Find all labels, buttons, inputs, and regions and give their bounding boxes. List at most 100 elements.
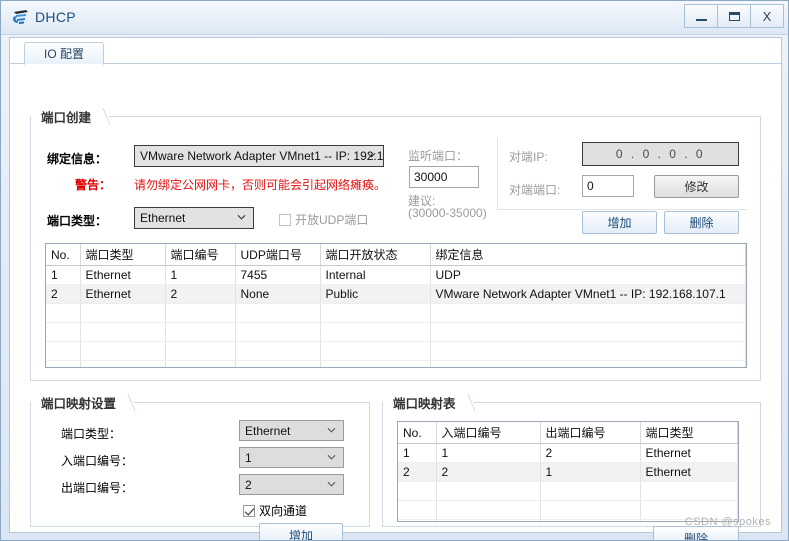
tab-strip: IO 配置 (10, 38, 781, 65)
map-col-in: 入端口编号 (436, 422, 541, 444)
warning-text: 请勿绑定公网网卡，否则可能会引起网络瘫痪。 (134, 178, 387, 192)
title-bar: DHCP X (1, 1, 788, 35)
port-type-value: Ethernet (140, 211, 186, 225)
port-map-settings-title: 端口映射设置 (31, 393, 135, 412)
add-port-button[interactable]: 增加 (582, 211, 657, 234)
port-type-label: 端口类型： (47, 214, 108, 228)
checkbox-box (279, 213, 291, 226)
bidirectional-channel-checkbox[interactable]: 双向通道 (243, 502, 307, 519)
table-row-empty[interactable]: . (46, 303, 746, 323)
modify-button[interactable]: 修改 (654, 175, 739, 198)
minimize-button[interactable] (684, 4, 718, 28)
client-area: IO 配置 端口创建 绑定信息： VMware Network Adapter … (9, 37, 782, 540)
warning-label: 警告： (75, 178, 112, 192)
port-create-group-title: 端口创建 (31, 107, 110, 126)
port-col-udp: UDP端口号 (235, 244, 321, 266)
dhcp-app-icon (11, 8, 31, 28)
map-port-type-combobox[interactable]: Ethernet (239, 420, 344, 441)
window-controls: X (684, 4, 784, 28)
port-col-binding: 绑定信息 (430, 244, 746, 266)
map-in-port-combobox[interactable]: 1 (239, 447, 344, 468)
delete-port-button[interactable]: 删除 (664, 211, 739, 234)
map-in-port-value: 1 (245, 450, 252, 465)
binding-info-label: 绑定信息： (47, 152, 108, 166)
cell-out: 1 (540, 462, 641, 482)
cell-no: 2 (398, 462, 437, 482)
table-row[interactable]: 2 2 1 Ethernet (398, 462, 738, 482)
table-row[interactable]: 1 1 2 Ethernet (398, 443, 738, 463)
peer-ip-label: 对端IP: (509, 150, 548, 164)
map-table-grid: No. 入端口编号 出端口编号 端口类型 1 1 2 Ethernet 2 2 … (398, 422, 738, 521)
tab-io-config[interactable]: IO 配置 (24, 42, 104, 65)
table-row-empty[interactable]: . (46, 322, 746, 342)
table-row-empty[interactable]: . (46, 341, 746, 361)
map-in-port-label: 入端口编号： (61, 454, 134, 468)
chevron-down-icon (237, 214, 246, 220)
chevron-down-icon (367, 152, 376, 158)
window-title: DHCP (35, 9, 76, 25)
cell-type: Ethernet (640, 462, 738, 482)
bidirectional-channel-label: 双向通道 (259, 504, 308, 518)
cell-out: 2 (540, 443, 641, 463)
peer-ip-value: 0 . 0 . 0 . 0 (615, 147, 706, 161)
map-out-port-combobox[interactable]: 2 (239, 474, 344, 495)
cell-state: Internal (320, 265, 431, 285)
listen-port-input[interactable]: 30000 (409, 166, 479, 188)
map-out-port-value: 2 (245, 477, 252, 492)
suggest-range-label: (30000-35000) (408, 206, 487, 220)
map-port-type-value: Ethernet (245, 423, 291, 438)
cell-binding: VMware Network Adapter VMnet1 -- IP: 192… (430, 284, 746, 304)
binding-info-combobox[interactable]: VMware Network Adapter VMnet1 -- IP: 192… (134, 145, 384, 167)
port-col-number: 端口编号 (165, 244, 236, 266)
peer-port-label: 对端端口: (509, 183, 561, 197)
chevron-down-icon (327, 454, 336, 460)
peer-port-input[interactable]: 0 (582, 175, 634, 197)
map-delete-button[interactable]: 删除 (653, 526, 739, 540)
watermark: CSDN @spokes (684, 516, 771, 528)
map-out-port-label: 出端口编号： (61, 481, 134, 495)
table-row-empty[interactable]: . (398, 481, 738, 501)
binding-info-value: VMware Network Adapter VMnet1 -- IP: 192… (140, 149, 384, 163)
listen-port-label: 监听端口： (408, 149, 469, 163)
peer-ip-input[interactable]: 0 . 0 . 0 . 0 (582, 142, 739, 166)
chevron-down-icon (327, 427, 336, 433)
port-map-table-group: 端口映射表 No. 入端口编号 出端口编号 端口类型 1 1 2 Etherne… (382, 393, 761, 540)
port-col-state: 端口开放状态 (320, 244, 431, 266)
map-add-button[interactable]: 增加 (259, 523, 343, 540)
maximize-button[interactable] (717, 4, 751, 28)
port-type-combobox[interactable]: Ethernet (134, 207, 254, 229)
dhcp-window: DHCP X IO 配置 端口创建 绑定信息： VMware Network A… (0, 0, 789, 541)
map-table[interactable]: No. 入端口编号 出端口编号 端口类型 1 1 2 Ethernet 2 2 … (397, 421, 739, 522)
chevron-down-icon (327, 481, 336, 487)
map-table-header-row: No. 入端口编号 出端口编号 端口类型 (398, 422, 738, 444)
table-row[interactable]: 1 Ethernet 1 7455 Internal UDP (46, 265, 746, 285)
port-table-grid: No. 端口类型 端口编号 UDP端口号 端口开放状态 绑定信息 1 Ether… (46, 244, 746, 367)
cell-no: 1 (398, 443, 437, 463)
port-map-table-title: 端口映射表 (383, 393, 474, 412)
cell-type: Ethernet (640, 443, 738, 463)
table-row[interactable]: 2 Ethernet 2 None Public VMware Network … (46, 284, 746, 304)
port-map-settings-group: 端口映射设置 端口类型： Ethernet 入端口编号： 1 出端口编号： 2 (30, 393, 370, 540)
close-button[interactable]: X (750, 4, 784, 28)
cell-number: 2 (165, 284, 236, 304)
open-udp-port-checkbox[interactable]: 开放UDP端口 (279, 211, 368, 228)
cell-no: 1 (46, 265, 81, 285)
cell-number: 1 (165, 265, 236, 285)
map-col-out: 出端口编号 (540, 422, 641, 444)
port-create-group: 端口创建 绑定信息： VMware Network Adapter VMnet1… (30, 107, 761, 381)
cell-no: 2 (46, 284, 81, 304)
port-table[interactable]: No. 端口类型 端口编号 UDP端口号 端口开放状态 绑定信息 1 Ether… (45, 243, 747, 368)
map-port-type-label: 端口类型： (61, 427, 122, 441)
table-row-empty[interactable]: . (46, 360, 746, 367)
port-col-type: 端口类型 (80, 244, 166, 266)
checkbox-box (243, 504, 255, 517)
cell-type: Ethernet (80, 265, 166, 285)
cell-binding: UDP (430, 265, 746, 285)
port-col-no: No. (46, 244, 81, 266)
cell-type: Ethernet (80, 284, 166, 304)
port-table-header-row: No. 端口类型 端口编号 UDP端口号 端口开放状态 绑定信息 (46, 244, 746, 266)
map-col-type: 端口类型 (640, 422, 738, 444)
map-col-no: No. (398, 422, 437, 444)
open-udp-port-label: 开放UDP端口 (295, 213, 369, 227)
cell-udp: 7455 (235, 265, 321, 285)
